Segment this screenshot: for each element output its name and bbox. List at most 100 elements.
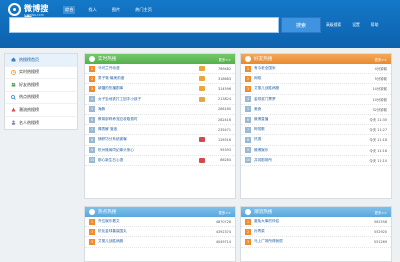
- star-icon: [245, 209, 251, 215]
- item-title-link[interactable]: 杭州微商同纪事头条心: [98, 148, 205, 153]
- item-value: 126316: [218, 137, 231, 142]
- friends-hot-panel: 好友热搜 更多>> 1 有今老全国米 4分钟前 2 网络 5分钟前 3 艾丽儿战胜病魔 14分钟…: [240, 53, 392, 199]
- item-value: 4870728: [215, 219, 231, 224]
- list-item[interactable]: 7 阿啦歌 今天 11:27: [241, 125, 391, 136]
- item-value: 4392374: [215, 229, 231, 234]
- rank-badge: 6: [245, 116, 251, 123]
- list-item[interactable]: 9 微博娱乐 今天 11:16: [241, 146, 391, 156]
- nav-tab-hot-home[interactable]: 热门主页: [133, 6, 154, 14]
- item-value: 今天 11:16: [369, 148, 387, 153]
- item-title-link[interactable]: 马上广场所得我很: [254, 239, 361, 244]
- list-item[interactable]: 10 井冈剧场所 今天 11:10: [241, 156, 391, 166]
- item-title-link[interactable]: 新疆的热播剧事: [98, 86, 197, 91]
- rank-badge: 8: [89, 136, 95, 143]
- item-title-link[interactable]: 热搜: [254, 137, 361, 142]
- list-item[interactable]: 3 新疆的热播剧事 314596: [85, 84, 235, 95]
- item-title-link[interactable]: 那心新生石心语: [98, 158, 197, 163]
- item-title-link[interactable]: 网络: [254, 76, 361, 81]
- item-title-link[interactable]: 杭化金球奏赢国丸: [98, 229, 205, 234]
- item-value: 282416: [218, 117, 231, 122]
- sidebar-item-realtime[interactable]: 实时热搜榜: [5, 67, 77, 79]
- sidebar-item-hotspot[interactable]: 热点热搜榜: [5, 92, 77, 104]
- sidebar-item-home[interactable]: 热搜榜首页: [5, 54, 77, 67]
- item-title-link[interactable]: 海豚: [98, 107, 205, 112]
- list-item[interactable]: 5 海豚 286180: [85, 105, 235, 115]
- item-title-link[interactable]: 艾丽儿战胜病魔: [98, 239, 205, 244]
- item-title-link[interactable]: 避免大事的伴侣: [254, 219, 361, 224]
- search-input[interactable]: [9, 17, 279, 33]
- search-button[interactable]: 搜索: [281, 17, 321, 33]
- list-item[interactable]: 4 金球奖门票罗 14分钟前: [241, 95, 391, 105]
- list-item[interactable]: 4 女子坐地铁打工回丰小孩子 213824: [85, 95, 235, 105]
- item-title-link[interactable]: 情表解 落遗: [98, 127, 205, 132]
- rank-badge: 5: [89, 106, 95, 113]
- list-item[interactable]: 2 男子毫·最美前度 318683: [85, 74, 235, 85]
- item-title-link[interactable]: 艾丽儿战胜病魔: [254, 86, 361, 91]
- item-title-link[interactable]: 孙青菜: [254, 229, 361, 234]
- list-item[interactable]: 9 杭州微商同纪事头条心 95393: [85, 146, 235, 156]
- list-item[interactable]: 3 马上广场所得我很 551269: [241, 237, 391, 248]
- help-link[interactable]: 帮助: [371, 22, 379, 28]
- item-title-link[interactable]: 齐位娱乐看文: [98, 219, 205, 224]
- rank-badge: 3: [245, 238, 251, 245]
- sidebar-item-friends[interactable]: 好友热搜榜: [5, 79, 77, 92]
- item-title-link[interactable]: 捕获坊分系统被曝: [98, 137, 197, 142]
- list-item[interactable]: 3 艾丽儿战胜病魔 14分钟前: [241, 84, 391, 95]
- rank-badge: 1: [89, 218, 95, 225]
- nav-tab-all[interactable]: 综合: [63, 6, 76, 14]
- item-title-link[interactable]: 微博娱乐: [254, 148, 361, 153]
- more-link[interactable]: 更多>>: [219, 57, 231, 62]
- list-item[interactable]: 8 热搜 今天 11:18: [241, 135, 391, 146]
- friends-icon: [245, 56, 251, 62]
- item-title-link[interactable]: 阿啦歌: [254, 127, 361, 132]
- item-title-link[interactable]: 马可兰丹动漫: [98, 66, 197, 71]
- advanced-search-link[interactable]: 高级搜索: [326, 22, 341, 28]
- nav-tab-images[interactable]: 图片: [110, 6, 122, 14]
- list-item[interactable]: 8 捕获坊分系统被曝 126316: [85, 135, 235, 146]
- list-item[interactable]: 10 那心新生石心语 86284: [85, 156, 235, 166]
- item-title-link[interactable]: 美食: [254, 107, 361, 112]
- clock-icon: [11, 69, 16, 75]
- item-value: 86284: [220, 158, 231, 163]
- list-item[interactable]: 6 教育部称养宠应收取费时 282416: [85, 115, 235, 126]
- item-title-link[interactable]: 男子毫·最美前度: [98, 76, 197, 81]
- item-title-link[interactable]: 微博直播: [254, 117, 361, 122]
- search-type-nav: 综合 找人 图片 热门主页: [63, 6, 154, 14]
- realtime-hot-panel: 实时热搜 更多>> 1 马可兰丹动漫 769482 2 男子毫·最美前度 318683 3 新…: [84, 53, 236, 199]
- list-item[interactable]: 2 网络 5分钟前: [241, 74, 391, 85]
- nav-tab-people[interactable]: 找人: [86, 6, 98, 14]
- list-item[interactable]: 7 情表解 落遗 235471: [85, 125, 235, 136]
- rank-badge: 3: [245, 85, 251, 92]
- rank-badge: 6: [89, 116, 95, 123]
- more-link[interactable]: 更多>>: [219, 210, 231, 215]
- list-item[interactable]: 6 微博直播 今天 11:30: [241, 115, 391, 126]
- list-item[interactable]: 3 艾丽儿战胜病魔 4049714: [85, 237, 235, 248]
- rank-badge: 1: [245, 65, 251, 72]
- list-item[interactable]: 2 杭化金球奏赢国丸 4392374: [85, 227, 235, 238]
- rank-badge: 10: [245, 157, 251, 164]
- list-item[interactable]: 2 孙青菜 552920: [241, 227, 391, 238]
- sidebar-item-trend[interactable]: 潮流热搜榜: [5, 104, 77, 117]
- list-item[interactable]: 1 齐位娱乐看文 4870728: [85, 217, 235, 228]
- item-title-link[interactable]: 女子坐地铁打工回丰小孩子: [98, 97, 197, 102]
- item-title-link[interactable]: 井冈剧场所: [254, 158, 361, 163]
- list-item[interactable]: 1 避免大事的伴侣 561558: [241, 217, 391, 228]
- item-value: 今天 11:18: [369, 138, 387, 143]
- panel-header: 热点热搜 更多>>: [85, 207, 235, 217]
- weibo-logo-icon: [8, 3, 21, 16]
- list-item[interactable]: 5 美食 32分钟前: [241, 105, 391, 115]
- item-title-link[interactable]: 有今老全国米: [254, 66, 361, 71]
- item-value: 213824: [218, 97, 231, 102]
- item-title-link[interactable]: 金球奖门票罗: [254, 97, 361, 102]
- item-value: 14分钟前: [372, 87, 388, 92]
- item-value: 5分钟前: [374, 77, 387, 82]
- list-item[interactable]: 1 有今老全国米 4分钟前: [241, 64, 391, 75]
- rank-badge: 2: [245, 75, 251, 82]
- sidebar-item-celebrity[interactable]: 名人热搜榜: [5, 117, 77, 130]
- list-item[interactable]: 1 马可兰丹动漫 769482: [85, 64, 235, 75]
- item-value: 551269: [374, 239, 387, 244]
- more-link[interactable]: 更多>>: [375, 210, 387, 215]
- item-title-link[interactable]: 教育部称养宠应收取费时: [98, 117, 205, 122]
- more-link[interactable]: 更多>>: [375, 57, 387, 62]
- settings-link[interactable]: 设置: [352, 22, 360, 28]
